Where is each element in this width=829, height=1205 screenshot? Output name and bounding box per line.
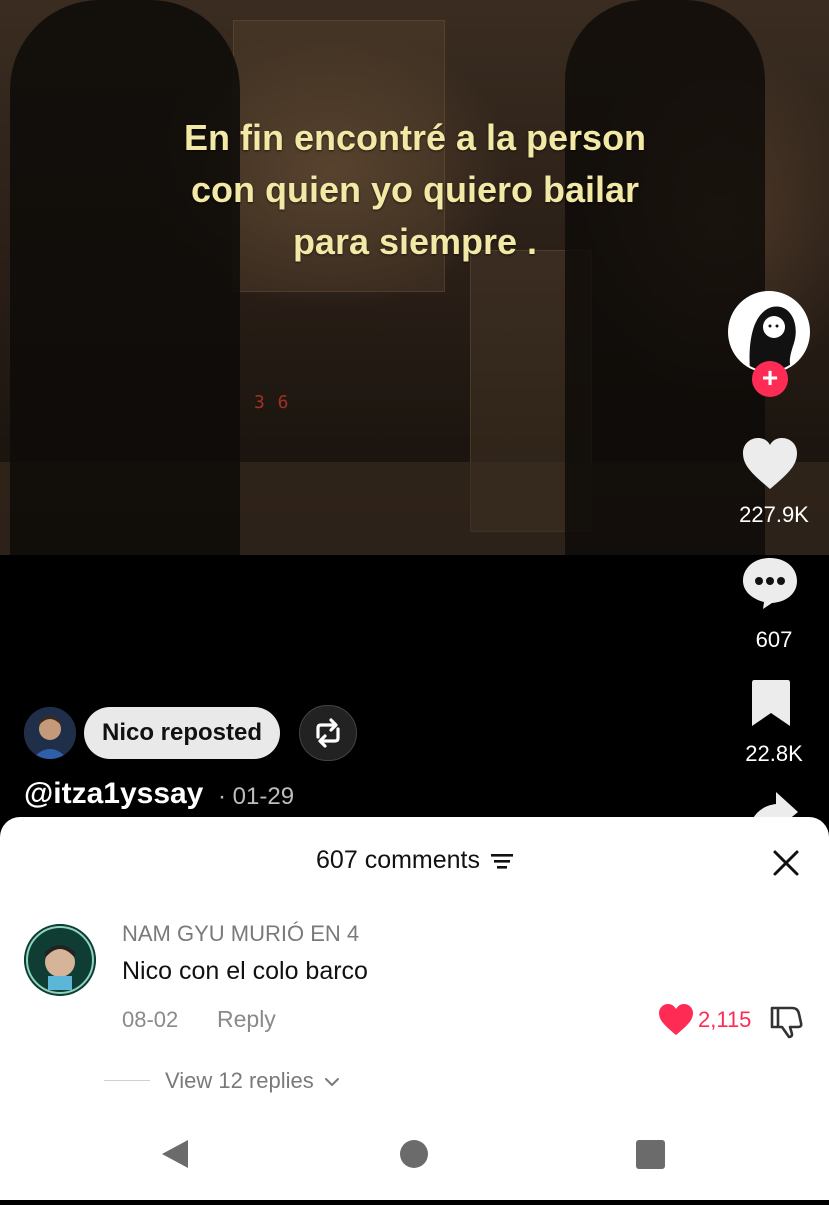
recents-icon[interactable] <box>636 1140 665 1169</box>
comments-title: 607 comments <box>316 846 480 874</box>
comment-count: 607 <box>755 627 793 652</box>
oven-clock: 3 6 <box>254 392 290 413</box>
dislike-icon[interactable] <box>768 1003 804 1039</box>
comment-like-count: 2,115 <box>698 1007 752 1032</box>
bookmark-icon[interactable] <box>750 678 792 728</box>
commenter-avatar[interactable] <box>24 924 96 996</box>
home-icon[interactable] <box>400 1140 428 1168</box>
dancer-silhouette <box>10 0 240 555</box>
view-replies-button[interactable]: View 12 replies <box>165 1068 340 1094</box>
reply-button[interactable]: Reply <box>217 1006 276 1033</box>
close-icon[interactable] <box>770 847 802 879</box>
caption-line: para siempre . <box>292 221 538 262</box>
chevron-down-icon <box>324 1078 339 1087</box>
like-count: 227.9K <box>739 502 809 527</box>
comment-date: 08-02 <box>122 1007 179 1032</box>
heart-icon[interactable] <box>741 437 799 491</box>
avatar-illustration <box>730 293 808 371</box>
comments-header[interactable]: 607 comments <box>0 846 829 875</box>
comment-icon[interactable] <box>741 556 799 610</box>
dancer-silhouette <box>565 0 765 555</box>
like-icon[interactable] <box>658 1003 694 1037</box>
author-handle[interactable]: @itza1yssay <box>24 777 203 811</box>
repost-label[interactable]: Nico reposted <box>84 707 281 759</box>
repost-icon <box>316 718 340 748</box>
follow-button[interactable]: + <box>752 361 788 397</box>
filter-icon[interactable] <box>490 852 513 870</box>
caption-line: En fin encontré a la person <box>183 117 647 158</box>
video-caption: En fin encontré a la person con quien yo… <box>110 112 720 268</box>
comment-text: Nico con el colo barco <box>122 957 368 985</box>
view-replies-label: View 12 replies <box>165 1068 314 1093</box>
system-nav-bar <box>0 1120 829 1200</box>
caption-line: con quien yo quiero bailar <box>190 169 640 210</box>
commenter-photo <box>24 924 96 996</box>
replies-divider <box>104 1080 150 1081</box>
reposter-photo <box>24 707 76 759</box>
reposter-avatar[interactable] <box>24 707 76 759</box>
save-count: 22.8K <box>745 741 803 766</box>
commenter-username[interactable]: NAM GYU MURIÓ EN 4 <box>122 921 359 947</box>
share-icon[interactable] <box>746 790 800 818</box>
post-date: · 01-29 <box>218 783 295 810</box>
repost-button[interactable] <box>299 705 357 761</box>
video-player[interactable]: 3 6 En fin encontré a la person con quie… <box>0 0 829 555</box>
